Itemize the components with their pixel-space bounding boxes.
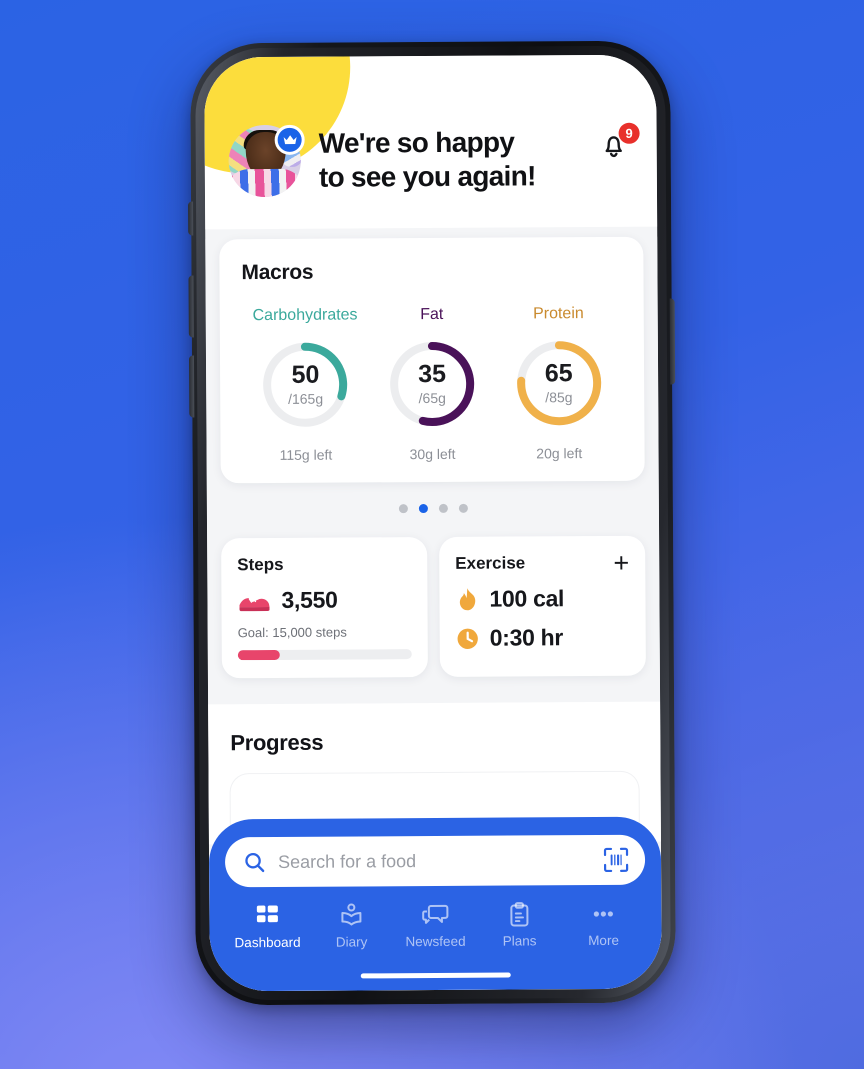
dashboard-grid-icon <box>256 905 278 923</box>
carousel-dot-1[interactable] <box>398 504 408 514</box>
nav-label: Dashboard <box>234 934 301 951</box>
steps-card[interactable]: Steps 3,550 Goal: 15,000 steps <box>221 537 428 679</box>
protein-ring: 65 /85g <box>513 337 606 430</box>
open-book-icon <box>341 903 362 926</box>
steps-progress-bar <box>237 649 412 661</box>
nav-label: Newsfeed <box>405 933 466 950</box>
carousel-dot-3[interactable] <box>438 503 448 513</box>
macro-remaining: 115g left <box>279 446 333 463</box>
macro-goal: /65g <box>418 389 446 407</box>
carousel-pagination <box>207 503 659 515</box>
exercise-title: Exercise <box>455 553 526 573</box>
greeting-line-1: We're so happy <box>318 126 515 159</box>
app-header: We're so happy to see you again! 9 <box>204 54 658 230</box>
notification-count-badge: 9 <box>618 122 640 144</box>
exercise-duration-row: 0:30 hr <box>456 624 630 652</box>
ellipsis-icon <box>593 911 613 917</box>
macro-value: 65 <box>544 359 573 388</box>
macro-protein[interactable]: Protein 65 /85g 20g left <box>495 305 623 462</box>
phone-mute-switch[interactable] <box>188 201 194 236</box>
steps-value: 3,550 <box>281 586 338 613</box>
search-icon <box>245 852 265 872</box>
screenshot-canvas: We're so happy to see you again! 9 Macro… <box>0 0 864 1069</box>
search-input[interactable]: Search for a food <box>278 850 591 873</box>
macro-label: Protein <box>533 305 584 323</box>
notifications-button[interactable]: 9 <box>597 122 640 167</box>
macro-ring-row: Carbohydrates 50 /165g 115g left Fat 35 … <box>242 305 623 463</box>
macros-card: Macros Carbohydrates 50 /165g 115g left … <box>219 236 645 484</box>
steps-progress-fill <box>237 649 280 661</box>
avatar[interactable] <box>228 124 305 198</box>
fat-ring: 35 /65g <box>386 338 479 431</box>
add-exercise-button[interactable]: + <box>613 548 629 578</box>
macro-fat[interactable]: Fat 35 /65g 30g left <box>368 306 496 463</box>
running-shoe-icon <box>239 597 270 611</box>
macro-remaining: 30g left <box>409 445 456 463</box>
steps-goal: Goal: 15,000 steps <box>237 624 347 641</box>
progress-title: Progress <box>230 729 324 756</box>
phone-screen: We're so happy to see you again! 9 Macro… <box>204 54 662 992</box>
page-title: We're so happy to see you again! <box>319 125 597 194</box>
exercise-calories-value: 100 cal <box>489 585 565 612</box>
chat-bubbles-icon <box>422 904 449 924</box>
nav-item-dashboard[interactable]: Dashboard <box>225 903 309 951</box>
macros-title: Macros <box>241 260 314 285</box>
crown-icon <box>274 124 305 155</box>
macro-value: 35 <box>418 359 447 389</box>
greeting-line-2: to see you again! <box>318 160 536 193</box>
phone-frame: We're so happy to see you again! 9 Macro… <box>188 40 676 1006</box>
exercise-duration-value: 0:30 hr <box>489 624 564 651</box>
bottom-navigation: Dashboard Diary Newsfeed Plans More <box>225 901 645 951</box>
carousel-dot-4[interactable] <box>458 503 468 513</box>
barcode-scan-icon[interactable] <box>603 847 629 873</box>
macro-goal: /165g <box>287 390 324 407</box>
clipboard-icon <box>510 902 529 927</box>
exercise-calories-row: 100 cal <box>455 585 629 613</box>
phone-power-button[interactable] <box>669 298 676 385</box>
home-indicator <box>360 972 511 979</box>
nav-label: Plans <box>502 933 537 949</box>
flame-icon <box>459 587 476 610</box>
macro-value: 50 <box>291 360 320 389</box>
bottom-bar: Search for a food Dashboard Diary Newsfe… <box>208 816 662 992</box>
activity-cards-row: Steps 3,550 Goal: 15,000 steps Exercise … <box>221 535 646 679</box>
nav-label: Diary <box>335 934 368 950</box>
phone-volume-up-button[interactable] <box>188 275 194 338</box>
steps-title: Steps <box>237 554 284 575</box>
carousel-dot-2[interactable] <box>418 504 428 514</box>
macro-goal: /85g <box>545 389 573 406</box>
macro-carbohydrates[interactable]: Carbohydrates 50 /165g 115g left <box>242 306 370 463</box>
exercise-card[interactable]: Exercise + 100 cal 0:30 hr <box>439 535 646 677</box>
macro-label: Fat <box>420 305 444 324</box>
nav-label: More <box>588 932 619 949</box>
carbohydrates-ring: 50 /165g <box>259 338 352 431</box>
nav-item-newsfeed[interactable]: Newsfeed <box>393 902 477 950</box>
macro-label: Carbohydrates <box>252 306 358 325</box>
nav-item-plans[interactable]: Plans <box>477 901 561 949</box>
nav-item-diary[interactable]: Diary <box>309 902 393 950</box>
search-bar[interactable]: Search for a food <box>224 834 646 888</box>
nav-item-more[interactable]: More <box>561 901 645 949</box>
phone-volume-down-button[interactable] <box>188 355 195 418</box>
macro-remaining: 20g left <box>536 445 583 462</box>
clock-icon <box>457 628 478 649</box>
